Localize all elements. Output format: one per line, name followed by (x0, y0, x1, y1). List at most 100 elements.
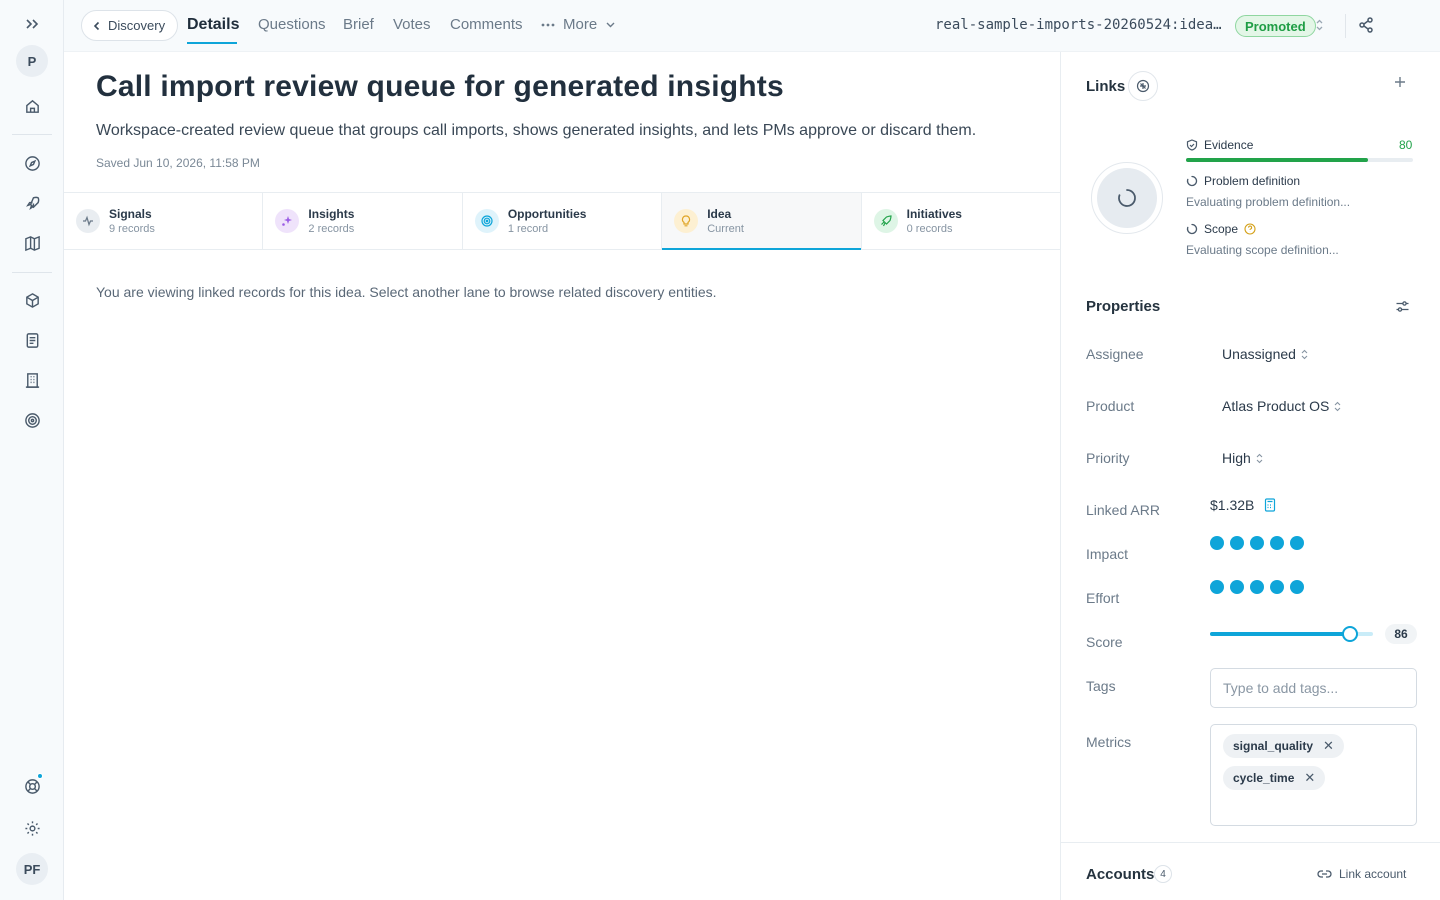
loading-spinner-icon (1118, 189, 1136, 207)
shield-check-icon (1186, 139, 1198, 151)
score-value: 86 (1385, 624, 1417, 644)
score-label: Score (1086, 634, 1123, 650)
discover-button[interactable] (16, 147, 48, 179)
back-to-discovery-button[interactable]: Discovery (81, 10, 179, 41)
lane-name: Idea (707, 207, 732, 221)
rating-dot[interactable] (1290, 580, 1304, 594)
status-badge[interactable]: Promoted (1235, 15, 1316, 37)
tab-details[interactable]: Details (187, 16, 239, 34)
rating-dot[interactable] (1250, 580, 1264, 594)
docs-button[interactable] (16, 324, 48, 356)
roadmap-button[interactable] (16, 227, 48, 259)
products-button[interactable] (16, 284, 48, 316)
tags-input[interactable] (1210, 668, 1417, 708)
rating-dot[interactable] (1230, 580, 1244, 594)
accounts-count: 4 (1154, 865, 1172, 883)
tab-votes[interactable]: Votes (393, 16, 431, 33)
share-button[interactable] (1357, 16, 1375, 34)
building-icon (25, 372, 39, 388)
calculator-icon[interactable] (1264, 498, 1276, 512)
rating-dot[interactable] (1270, 536, 1284, 550)
scope-row: Scope (1186, 222, 1256, 236)
sliders-icon (1396, 301, 1409, 312)
lane-count: 2 records (308, 223, 355, 235)
remove-metric-icon[interactable]: ✕ (1304, 770, 1315, 786)
metric-chip-label: cycle_time (1233, 771, 1295, 785)
metrics-field[interactable]: signal_quality ✕ cycle_time ✕ (1210, 724, 1417, 826)
properties-settings-button[interactable] (1395, 299, 1410, 314)
score-slider-fill (1210, 632, 1351, 636)
assignee-select[interactable]: Unassigned (1222, 346, 1308, 362)
more-tabs-button[interactable]: More (541, 16, 616, 33)
tab-brief[interactable]: Brief (343, 16, 374, 33)
links-ai-button[interactable] (1128, 71, 1158, 101)
target-icon (24, 412, 40, 428)
status-selector-icon[interactable] (1315, 18, 1324, 32)
back-label: Discovery (108, 18, 166, 33)
workspace-avatar[interactable]: P (16, 45, 48, 77)
remove-metric-icon[interactable]: ✕ (1323, 738, 1334, 754)
product-select[interactable]: Atlas Product OS (1222, 398, 1341, 414)
problem-definition-status: Evaluating problem definition... (1186, 195, 1351, 209)
question-icon[interactable] (1244, 223, 1256, 235)
tab-questions[interactable]: Questions (258, 16, 326, 33)
user-avatar[interactable]: PF (16, 853, 48, 885)
readiness-indicator (1091, 162, 1163, 234)
expand-sidebar-button[interactable] (16, 8, 48, 40)
compass-icon (24, 155, 40, 171)
lane-idea[interactable]: Idea Current (662, 193, 862, 250)
help-button[interactable] (16, 770, 48, 802)
link-account-label: Link account (1339, 867, 1407, 881)
rating-dot[interactable] (1230, 536, 1244, 550)
scope-label: Scope (1204, 222, 1239, 236)
settings-button[interactable] (16, 812, 48, 844)
right-panel: Links Evidence 80 Problem definition Eva… (1060, 52, 1440, 900)
rating-dot[interactable] (1250, 536, 1264, 550)
top-bar: Discovery Details Questions Brief Votes … (64, 0, 1440, 52)
more-label: More (563, 16, 598, 33)
metric-chip: cycle_time ✕ (1223, 766, 1326, 790)
impact-rating[interactable] (1210, 536, 1304, 550)
lane-icon (76, 209, 100, 233)
effort-rating[interactable] (1210, 580, 1304, 594)
priority-select[interactable]: High (1222, 450, 1263, 466)
home-icon (25, 99, 39, 113)
tab-comments[interactable]: Comments (450, 16, 523, 33)
lane-initiatives[interactable]: Initiatives 0 records (862, 193, 1060, 249)
home-button[interactable] (16, 90, 48, 122)
impact-label: Impact (1086, 546, 1129, 562)
lane-signals[interactable]: Signals 9 records (64, 193, 264, 249)
linked-arr-value: $1.32B (1210, 497, 1255, 513)
problem-definition-row: Problem definition (1186, 174, 1300, 188)
rating-dot[interactable] (1210, 580, 1224, 594)
evidence-row: Evidence (1186, 138, 1253, 152)
idea-description: Workspace-created review queue that grou… (96, 122, 977, 139)
rocket-icon (880, 215, 892, 227)
lane-insights[interactable]: Insights 2 records (263, 193, 463, 249)
rating-dot[interactable] (1270, 580, 1284, 594)
evidence-progress-fill (1186, 158, 1368, 162)
lane-name: Signals (109, 207, 152, 221)
lightbulb-icon (682, 215, 691, 227)
rating-dot[interactable] (1290, 536, 1304, 550)
problem-definition-label: Problem definition (1204, 174, 1301, 188)
link-account-button[interactable]: Link account (1317, 867, 1406, 881)
lane-opportunities[interactable]: Opportunities 1 record (463, 193, 663, 249)
lane-name: Opportunities (507, 207, 587, 221)
goals-button[interactable] (16, 404, 48, 436)
score-slider-handle[interactable] (1342, 626, 1359, 642)
map-icon (24, 235, 40, 251)
document-icon (26, 332, 38, 348)
select-caret-icon (1335, 401, 1341, 411)
select-caret-icon (1301, 349, 1308, 359)
lane-icon (873, 209, 898, 233)
tags-label: Tags (1086, 678, 1116, 694)
notification-dot (37, 773, 43, 779)
assignee-value: Unassigned (1222, 346, 1296, 362)
launch-button[interactable] (16, 187, 48, 219)
rating-dot[interactable] (1210, 536, 1224, 550)
add-link-button[interactable] (1394, 76, 1406, 88)
lane-count: 9 records (109, 223, 155, 235)
lane-icon (275, 209, 300, 233)
accounts-button[interactable] (16, 364, 48, 396)
